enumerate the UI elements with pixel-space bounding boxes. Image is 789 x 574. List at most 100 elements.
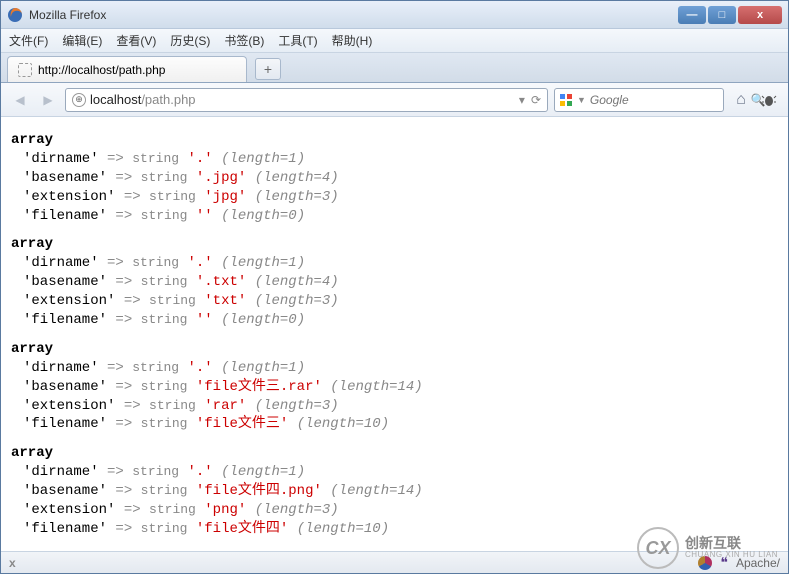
arrow: => bbox=[107, 464, 124, 480]
array-key: 'dirname' bbox=[23, 464, 99, 480]
forward-button[interactable]: ▶ bbox=[37, 89, 59, 111]
url-text: localhost/path.php bbox=[90, 92, 515, 107]
string-value: '.jpg' bbox=[196, 170, 246, 186]
menu-help[interactable]: 帮助(H) bbox=[332, 32, 373, 49]
arrow: => bbox=[124, 293, 141, 309]
tab-active[interactable]: http://localhost/path.php bbox=[7, 56, 247, 82]
length-label: (length=10) bbox=[297, 416, 389, 432]
array-key: 'basename' bbox=[23, 483, 107, 499]
type-label: string bbox=[141, 208, 188, 223]
array-row: 'basename' => string 'file文件四.png' (leng… bbox=[11, 482, 778, 501]
array-row: 'dirname' => string '.' (length=1) bbox=[11, 359, 778, 378]
array-row: 'basename' => string '.txt' (length=4) bbox=[11, 273, 778, 292]
length-label: (length=14) bbox=[330, 483, 422, 499]
string-value: 'file文件三.rar' bbox=[196, 379, 322, 395]
array-row: 'filename' => string '' (length=0) bbox=[11, 311, 778, 330]
array-row: 'basename' => string 'file文件三.rar' (leng… bbox=[11, 378, 778, 397]
arrow: => bbox=[115, 208, 132, 224]
array-key: 'extension' bbox=[23, 502, 115, 518]
array-key: 'basename' bbox=[23, 274, 107, 290]
array-key: 'dirname' bbox=[23, 255, 99, 271]
search-bar[interactable]: ▼ 🔍 bbox=[554, 88, 724, 112]
length-label: (length=1) bbox=[221, 151, 305, 167]
watermark-cn: 创新互联 bbox=[685, 536, 778, 551]
array-block: array'dirname' => string '.' (length=1)'… bbox=[11, 444, 778, 537]
arrow: => bbox=[115, 379, 132, 395]
array-key: 'extension' bbox=[23, 293, 115, 309]
length-label: (length=3) bbox=[255, 398, 339, 414]
type-label: string bbox=[141, 483, 188, 498]
reload-button[interactable]: ⟳ bbox=[531, 93, 541, 107]
array-key: 'filename' bbox=[23, 208, 107, 224]
arrow: => bbox=[107, 360, 124, 376]
globe-icon: ⊕ bbox=[72, 93, 86, 107]
type-label: string bbox=[132, 464, 179, 479]
string-value: 'file文件四.png' bbox=[196, 483, 322, 499]
menu-file[interactable]: 文件(F) bbox=[9, 32, 48, 49]
length-label: (length=1) bbox=[221, 464, 305, 480]
string-value: '.txt' bbox=[196, 274, 246, 290]
addons-button[interactable] bbox=[758, 89, 780, 111]
tab-label: http://localhost/path.php bbox=[38, 63, 165, 77]
array-key: 'basename' bbox=[23, 379, 107, 395]
arrow: => bbox=[115, 274, 132, 290]
arrow: => bbox=[124, 189, 141, 205]
string-value: '.' bbox=[187, 255, 212, 271]
string-value: 'file文件四' bbox=[196, 521, 288, 537]
type-label: string bbox=[149, 293, 196, 308]
window-titlebar: Mozilla Firefox — □ x bbox=[1, 1, 788, 29]
string-value: '' bbox=[196, 312, 213, 328]
string-value: '.' bbox=[187, 464, 212, 480]
array-row: 'filename' => string '' (length=0) bbox=[11, 207, 778, 226]
window-title: Mozilla Firefox bbox=[29, 8, 678, 22]
string-value: 'jpg' bbox=[204, 189, 246, 205]
watermark: CX 创新互联 CHUANG XIN HU LIAN bbox=[637, 527, 778, 569]
string-value: 'rar' bbox=[204, 398, 246, 414]
search-input[interactable] bbox=[590, 93, 747, 107]
menu-tools[interactable]: 工具(T) bbox=[278, 32, 317, 49]
string-value: 'file文件三' bbox=[196, 416, 288, 432]
url-path: /path.php bbox=[141, 92, 195, 107]
search-dropdown-icon[interactable]: ▼ bbox=[577, 95, 586, 105]
type-label: string bbox=[141, 379, 188, 394]
url-bar[interactable]: ⊕ localhost/path.php ▾ ⟳ bbox=[65, 88, 548, 112]
type-label: string bbox=[149, 189, 196, 204]
array-row: 'basename' => string '.jpg' (length=4) bbox=[11, 169, 778, 188]
home-button[interactable]: ⌂ bbox=[730, 89, 752, 111]
back-button[interactable]: ◀ bbox=[9, 89, 31, 111]
length-label: (length=3) bbox=[255, 502, 339, 518]
page-icon bbox=[18, 63, 32, 77]
google-icon bbox=[559, 93, 573, 107]
menu-view[interactable]: 查看(V) bbox=[116, 32, 156, 49]
array-key: 'filename' bbox=[23, 416, 107, 432]
menu-bookmarks[interactable]: 书签(B) bbox=[224, 32, 264, 49]
length-label: (length=0) bbox=[221, 208, 305, 224]
menu-edit[interactable]: 编辑(E) bbox=[62, 32, 102, 49]
array-keyword: array bbox=[11, 341, 53, 357]
array-key: 'dirname' bbox=[23, 360, 99, 376]
navbar: ◀ ▶ ⊕ localhost/path.php ▾ ⟳ ▼ 🔍 ⌂ bbox=[1, 83, 788, 117]
status-x[interactable]: x bbox=[9, 556, 16, 570]
array-key: 'extension' bbox=[23, 398, 115, 414]
maximize-button[interactable]: □ bbox=[708, 6, 736, 24]
array-row: 'extension' => string 'jpg' (length=3) bbox=[11, 188, 778, 207]
firefox-icon bbox=[7, 7, 23, 23]
type-label: string bbox=[141, 274, 188, 289]
array-key: 'basename' bbox=[23, 170, 107, 186]
watermark-logo: CX bbox=[637, 527, 679, 569]
arrow: => bbox=[115, 416, 132, 432]
minimize-button[interactable]: — bbox=[678, 6, 706, 24]
new-tab-button[interactable]: + bbox=[255, 58, 281, 80]
close-button[interactable]: x bbox=[738, 6, 782, 24]
length-label: (length=1) bbox=[221, 360, 305, 376]
array-row: 'filename' => string 'file文件三' (length=1… bbox=[11, 415, 778, 434]
string-value: '.' bbox=[187, 360, 212, 376]
menu-history[interactable]: 历史(S) bbox=[170, 32, 210, 49]
dropdown-icon[interactable]: ▾ bbox=[519, 93, 525, 107]
watermark-en: CHUANG XIN HU LIAN bbox=[685, 551, 778, 560]
type-label: string bbox=[132, 255, 179, 270]
array-keyword: array bbox=[11, 132, 53, 148]
url-host: localhost bbox=[90, 92, 141, 107]
array-row: 'dirname' => string '.' (length=1) bbox=[11, 254, 778, 273]
array-key: 'filename' bbox=[23, 312, 107, 328]
